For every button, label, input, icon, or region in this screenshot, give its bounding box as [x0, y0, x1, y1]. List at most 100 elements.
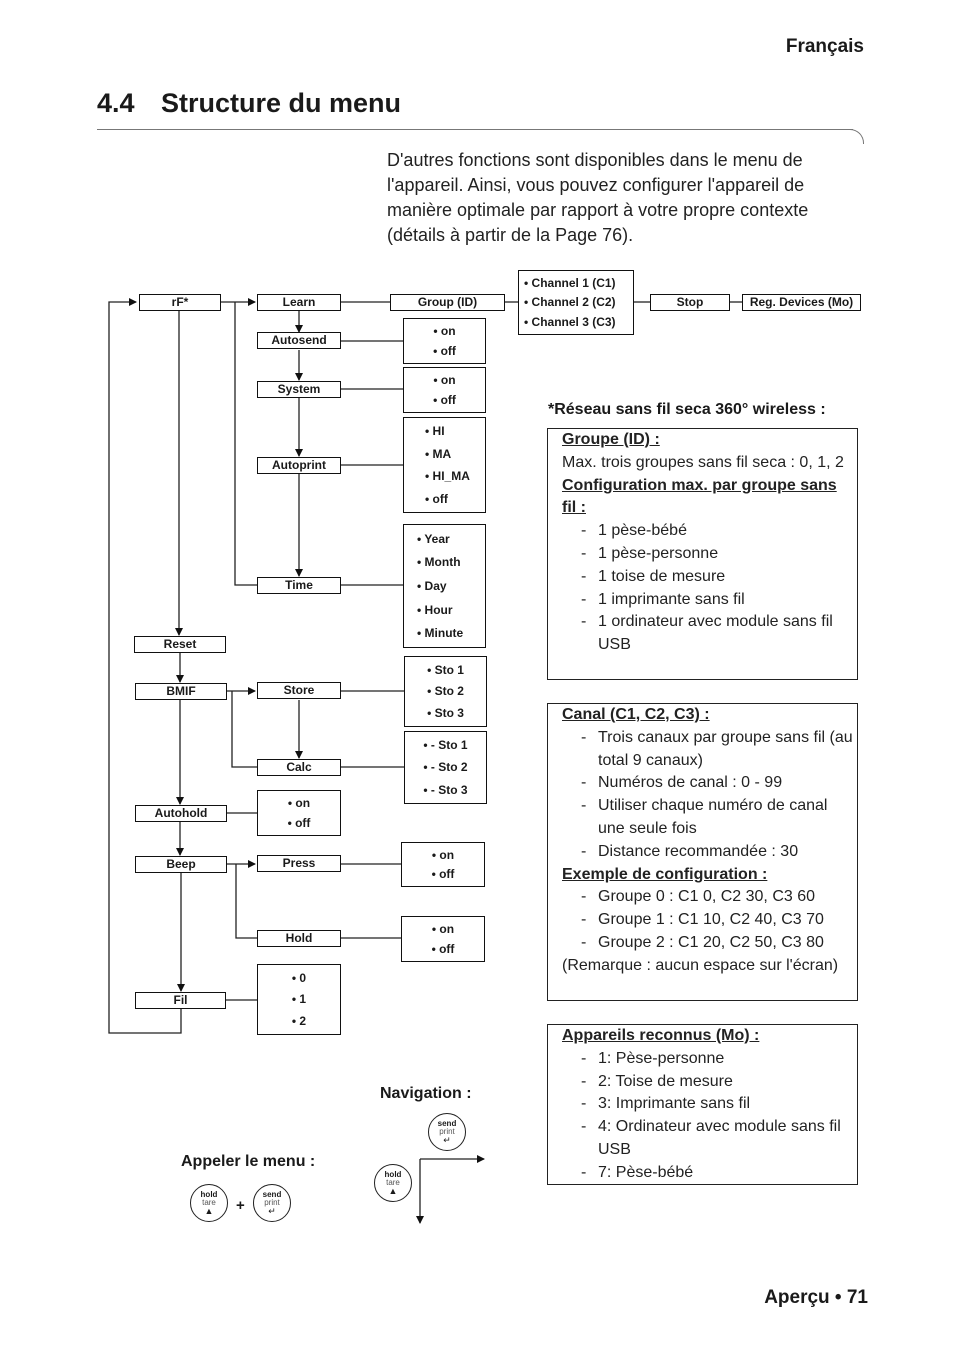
example-list: Groupe 0 : C1 0, C2 30, C3 60 Groupe 1 :… — [562, 886, 853, 954]
menu-node-group-id: Group (ID) — [390, 294, 505, 311]
page-footer: Aperçu • 71 — [764, 1287, 868, 1308]
nav-send-print-button-icon: send print ↵ — [428, 1113, 466, 1151]
info-note: (Remarque : aucun espace sur l'écran) — [562, 956, 839, 974]
option-1: • 1 — [291, 992, 307, 1007]
info-heading: Exemple de configuration : — [562, 865, 768, 883]
info-box-channel: Canal (C1, C2, C3) : Trois canaux par gr… — [547, 703, 858, 1001]
option-on: • on — [433, 373, 456, 387]
example-item: Groupe 1 : C1 10, C2 40, C3 70 — [562, 909, 853, 932]
option-year: • Year — [417, 531, 450, 546]
menu-node-rf: rF* — [139, 294, 221, 311]
nav-hold-tare-button-icon: hold tare ▲ — [374, 1164, 412, 1202]
store-options: • Sto 1 • Sto 2 • Sto 3 — [404, 656, 487, 727]
option-on: • on — [431, 847, 455, 862]
menu-node-reg-devices: Reg. Devices (Mo) — [742, 294, 861, 311]
menu-node-store: Store — [257, 682, 341, 699]
option-on: • on — [431, 922, 455, 936]
menu-node-learn: Learn — [257, 294, 341, 311]
option-hour: • Hour — [417, 602, 453, 617]
system-options: • on • off — [403, 367, 486, 413]
menu-node-fil: Fil — [135, 992, 226, 1009]
menu-node-autoprint: Autoprint — [257, 457, 341, 474]
option-channel-3: • Channel 3 (C3) — [524, 315, 616, 330]
menu-node-reset: Reset — [134, 636, 226, 653]
option-sto-2: • Sto 2 — [427, 684, 464, 699]
option-off: • off — [433, 344, 456, 358]
menu-node-autosend: Autosend — [257, 332, 341, 349]
time-options: • Year • Month • Day • Hour • Minute — [403, 524, 486, 648]
info-list-item: Trois canaux par groupe sans fil (au tot… — [562, 727, 853, 773]
plus-sign: + — [236, 1197, 245, 1214]
info-list: 1 pèse-bébé 1 pèse-personne 1 toise de m… — [562, 520, 853, 657]
option-off: • off — [433, 393, 456, 407]
info-list: Trois canaux par groupe sans fil (au tot… — [562, 727, 853, 864]
option-channel-1: • Channel 1 (C1) — [524, 275, 616, 290]
menu-node-time: Time — [257, 577, 341, 594]
option-hi-ma: • HI_MA — [425, 469, 470, 484]
option-channel-2: • Channel 2 (C2) — [524, 295, 616, 310]
info-text: Max. trois groupes sans fil seca : 0, 1,… — [562, 453, 844, 471]
option-ma: • MA — [425, 446, 452, 461]
hold-options: • on • off — [401, 916, 485, 962]
option-minute: • Minute — [417, 626, 464, 641]
menu-node-autohold: Autohold — [135, 805, 227, 822]
example-item: Groupe 2 : C1 20, C2 50, C3 80 — [562, 932, 853, 955]
autohold-options: • on • off — [257, 790, 341, 836]
option-minus-sto-2: • - Sto 2 — [423, 760, 468, 775]
option-off: • off — [425, 491, 448, 506]
menu-node-beep: Beep — [135, 856, 227, 873]
send-print-button-icon: send print ↵ — [253, 1184, 291, 1222]
menu-node-system: System — [257, 381, 341, 398]
option-on: • on — [287, 796, 311, 810]
info-heading: Canal (C1, C2, C3) : — [562, 706, 710, 723]
option-2: • 2 — [291, 1014, 307, 1029]
info-list: 1: Pèse-personne 2: Toise de mesure 3: I… — [562, 1048, 853, 1185]
info-list-item: 7: Pèse-bébé — [562, 1162, 853, 1185]
up-arrow-icon: ▲ — [204, 1206, 214, 1216]
wireless-heading: *Réseau sans fil seca 360° wireless : — [548, 401, 826, 418]
menu-node-hold: Hold — [257, 930, 341, 947]
autoprint-options: • HI • MA • HI_MA • off — [403, 417, 486, 513]
info-heading: Configuration max. par groupe sans fil : — [562, 476, 837, 517]
info-list-item: Distance recommandée : 30 — [562, 841, 853, 864]
info-list-item: Numéros de canal : 0 - 99 — [562, 772, 853, 795]
info-list-item: Utiliser chaque numéro de canal une seul… — [562, 795, 853, 841]
info-list-item: 3: Imprimante sans fil — [562, 1093, 853, 1116]
info-box-devices: Appareils reconnus (Mo) : 1: Pèse-person… — [547, 1024, 858, 1185]
option-minus-sto-1: • - Sto 1 — [423, 738, 468, 753]
info-list-item: 1: Pèse-personne — [562, 1048, 853, 1071]
fil-options: • 0 • 1 • 2 — [257, 964, 341, 1035]
call-menu-label: Appeler le menu : — [181, 1153, 316, 1170]
menu-node-calc: Calc — [257, 759, 341, 776]
info-list-item: 1 ordinateur avec module sans fil USB — [562, 611, 853, 657]
channel-options: • Channel 1 (C1) • Channel 2 (C2) • Chan… — [518, 270, 634, 335]
info-heading: Groupe (ID) : — [562, 431, 660, 448]
option-hi: • HI — [425, 424, 445, 439]
calc-options: • - Sto 1 • - Sto 2 • - Sto 3 — [404, 731, 487, 804]
option-off: • off — [431, 942, 455, 956]
option-day: • Day — [417, 578, 447, 593]
up-arrow-icon: ▲ — [388, 1186, 398, 1196]
press-options: • on • off — [401, 842, 485, 887]
info-list-item: 4: Ordinateur avec module sans fil USB — [562, 1116, 853, 1162]
option-on: • on — [433, 324, 456, 338]
info-box-group: Groupe (ID) : Max. trois groupes sans fi… — [547, 428, 858, 680]
menu-node-stop: Stop — [650, 294, 730, 311]
hold-tare-button-icon: hold tare ▲ — [190, 1184, 228, 1222]
option-0: • 0 — [291, 970, 307, 985]
example-item: Groupe 0 : C1 0, C2 30, C3 60 — [562, 886, 853, 909]
navigation-label: Navigation : — [380, 1085, 472, 1102]
info-list-item: 1 imprimante sans fil — [562, 589, 853, 612]
option-minus-sto-3: • - Sto 3 — [423, 782, 468, 797]
enter-arrow-icon: ↵ — [268, 1206, 276, 1216]
menu-node-bmif: BMIF — [135, 683, 227, 700]
option-month: • Month — [417, 555, 461, 570]
option-off: • off — [431, 867, 455, 882]
enter-arrow-icon: ↵ — [443, 1135, 451, 1145]
option-sto-1: • Sto 1 — [427, 662, 464, 677]
option-sto-3: • Sto 3 — [427, 706, 464, 721]
info-heading: Appareils reconnus (Mo) : — [562, 1027, 760, 1044]
autosend-options: • on • off — [403, 318, 486, 364]
info-list-item: 1 toise de mesure — [562, 566, 853, 589]
option-off: • off — [287, 816, 311, 830]
